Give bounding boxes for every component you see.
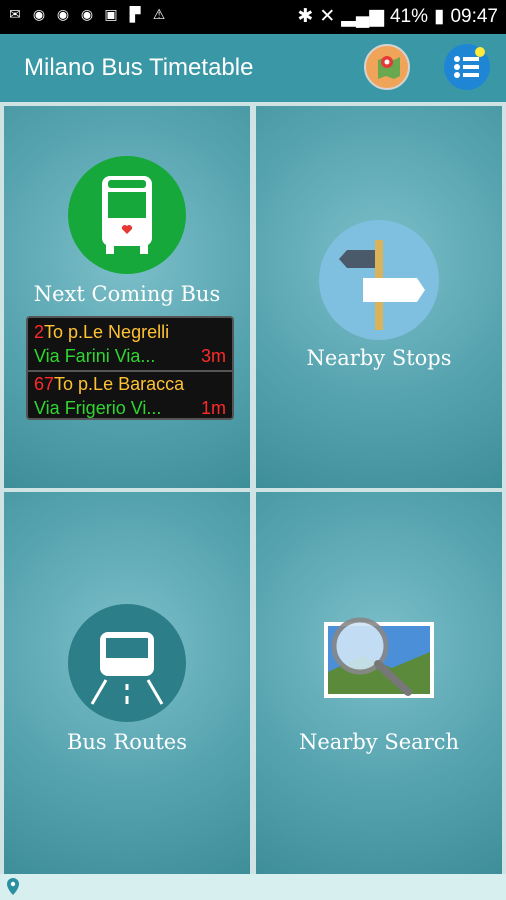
next-coming-bus-tile[interactable]: Next Coming Bus 2To p.Le Negrelli Via Fa…: [4, 106, 250, 488]
eta: 1m: [200, 398, 226, 418]
map-settings-button[interactable]: [364, 44, 410, 90]
signal-icon: ▂▄▆: [341, 6, 384, 27]
location-pin-icon[interactable]: [2, 876, 24, 898]
bus-routes-label: Bus Routes: [66, 730, 188, 754]
battery-percent: 41%: [389, 5, 428, 27]
warning-icon: ⚠: [152, 7, 166, 23]
nearby-stops-label: Nearby Stops: [306, 346, 452, 370]
arrival-row: Via Farini Via... 3m: [34, 344, 226, 368]
nearby-stops-tile[interactable]: Nearby Stops: [256, 106, 502, 488]
list-icon: [454, 47, 485, 78]
app-title: Milano Bus Timetable: [24, 54, 254, 81]
battery-icon: ▮: [433, 6, 445, 27]
arrival-row: 67To p.Le Baracca: [34, 372, 226, 396]
nearby-search-label: Nearby Search: [298, 730, 459, 754]
magnifier-photo-icon: [322, 612, 436, 702]
arrival-row: 2To p.Le Negrelli: [34, 320, 226, 344]
clock: 09:47: [450, 5, 498, 27]
bus-favorite-icon: [68, 156, 186, 274]
line-number: 2: [34, 322, 45, 342]
via: Via Farini Via...: [34, 346, 156, 366]
chrome-icon: ◉: [32, 7, 46, 23]
bluetooth-icon: ✱: [297, 6, 314, 27]
signpost-icon: [319, 220, 439, 340]
via: Via Frigerio Vi...: [34, 398, 162, 418]
eta: 3m: [200, 346, 226, 366]
system-status: ✱ ✕ ▂▄▆ 41% ▮ 09:47: [297, 5, 498, 28]
line-number: 67: [34, 374, 55, 394]
status-bar: ✉ ◉ ◉ ◉ ▣ ▛ ⚠ ✱ ✕ ▂▄▆ 41% ▮ 09:47: [0, 0, 506, 34]
notification-icons: ✉ ◉ ◉ ◉ ▣ ▛ ⚠: [6, 6, 168, 24]
image-icon: ▣: [104, 7, 118, 23]
main-grid: Next Coming Bus 2To p.Le Negrelli Via Fa…: [0, 102, 506, 874]
gmail-icon: ✉: [9, 7, 21, 23]
app-bar: Milano Bus Timetable: [0, 34, 506, 102]
arrival-board: 2To p.Le Negrelli Via Farini Via... 3m 6…: [26, 316, 234, 420]
mute-icon: ✕: [319, 6, 336, 27]
bus-routes-icon: [68, 604, 186, 722]
bus-routes-tile[interactable]: Bus Routes: [4, 492, 250, 874]
menu-list-button[interactable]: [444, 44, 490, 90]
arrival-row: Via Frigerio Vi... 1m: [34, 396, 226, 420]
destination: To p.Le Baracca: [54, 374, 185, 394]
map-pin-icon: [378, 56, 400, 79]
chrome-icon: ◉: [56, 7, 70, 23]
nearby-search-tile[interactable]: Nearby Search: [256, 492, 502, 874]
bottom-bar: [0, 874, 506, 900]
destination: To p.Le Negrelli: [44, 322, 170, 342]
next-coming-bus-label: Next Coming Bus: [33, 282, 221, 306]
chrome-icon: ◉: [80, 7, 94, 23]
flipboard-icon: ▛: [129, 7, 141, 23]
